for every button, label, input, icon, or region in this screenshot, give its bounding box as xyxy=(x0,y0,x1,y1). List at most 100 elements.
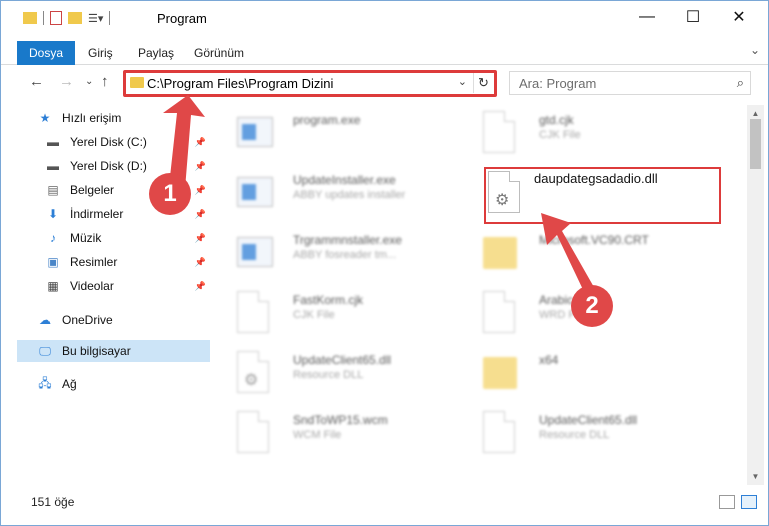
tab-gorunum[interactable]: Görünüm xyxy=(194,41,244,65)
step-marker-1: 1 xyxy=(149,173,191,215)
tab-paylas[interactable]: Paylaş xyxy=(138,41,174,65)
file-item[interactable]: Trgrammnstaller.exe ABBY fosreader tm... xyxy=(219,225,459,281)
file-name: gtd.cjk xyxy=(539,113,574,127)
new-folder-icon[interactable] xyxy=(68,12,82,24)
close-button[interactable]: ✕ xyxy=(716,1,762,33)
toolbar-divider xyxy=(43,11,44,25)
address-path[interactable]: C:\Program Files\Program Dizini xyxy=(147,76,333,91)
search-placeholder: Ara: Program xyxy=(519,76,597,91)
document-icon xyxy=(483,291,519,335)
forward-button[interactable]: → xyxy=(59,73,74,90)
folder-icon xyxy=(130,77,144,88)
file-item[interactable]: gtd.cjk CJK File xyxy=(465,105,705,161)
step-marker-2: 2 xyxy=(571,285,613,327)
sidebar-item-muzik[interactable]: ♪ Müzik 📌 xyxy=(45,227,210,249)
search-input[interactable]: Ara: Program ⌕ xyxy=(509,71,751,95)
pin-icon: 📌 xyxy=(194,256,206,267)
large-icons-view-icon[interactable] xyxy=(741,495,757,509)
sidebar-item-label: Belgeler xyxy=(70,183,115,197)
properties-icon[interactable] xyxy=(50,11,62,25)
sidebar-item-videolar[interactable]: ▦ Videolar 📌 xyxy=(45,275,210,297)
file-type: WCM File xyxy=(293,429,342,441)
drive-icon: ▬ xyxy=(47,135,59,149)
sidebar-item-label: Bu bilgisayar xyxy=(62,344,131,358)
pin-icon: 📌 xyxy=(194,280,206,291)
file-item[interactable]: UpdateClient65.dll Resource DLL xyxy=(465,405,705,461)
sidebar-item-resimler[interactable]: ▣ Resimler 📌 xyxy=(45,251,210,273)
file-item[interactable]: UpdateInstaller.exe ABBY updates install… xyxy=(219,165,459,221)
file-type: ABBY updates installer xyxy=(293,189,406,201)
pictures-icon: ▣ xyxy=(47,255,59,269)
file-name: UpdateClient65.dll xyxy=(539,413,638,427)
exe-icon xyxy=(237,111,273,155)
file-name: x64 xyxy=(539,353,559,367)
sidebar-item-label: İndirmeler xyxy=(70,207,124,221)
exe-icon xyxy=(237,171,273,215)
navigation-bar: ← → ⌄ ↑ C:\Program Files\Program Dizini … xyxy=(1,67,768,101)
folder-icon xyxy=(23,12,37,24)
back-button[interactable]: ← xyxy=(29,73,44,90)
address-bar[interactable]: C:\Program Files\Program Dizini ⌄ ↻ xyxy=(124,71,496,95)
recent-locations-icon[interactable]: ⌄ xyxy=(85,76,93,87)
item-count: 151 öğe xyxy=(31,495,75,509)
maximize-button[interactable]: ☐ xyxy=(670,1,716,33)
file-name: UpdateInstaller.exe xyxy=(293,173,396,187)
customize-toolbar-icon[interactable]: ☰▾ xyxy=(88,12,103,25)
file-item[interactable]: FastKorm.cjk CJK File xyxy=(219,285,459,341)
file-name: Arabic xyxy=(539,293,574,307)
computer-icon: 🖵 xyxy=(39,343,51,358)
sidebar-item-label: Hızlı erişim xyxy=(62,111,122,125)
pin-icon: 📌 xyxy=(194,208,206,219)
file-item[interactable]: x64 xyxy=(465,345,705,401)
sidebar-item-local-disk-d[interactable]: ▬ Yerel Disk (D:) 📌 xyxy=(45,155,210,177)
sidebar-item-network[interactable]: 🖧 Ağ xyxy=(37,373,210,395)
folder-icon xyxy=(483,351,519,395)
document-icon xyxy=(237,411,273,455)
sidebar-item-label: Resimler xyxy=(70,255,118,269)
explorer-window: ☰▾ Program — ☐ ✕ Dosya Giriş Paylaş Görü… xyxy=(0,0,769,526)
tab-dosya[interactable]: Dosya xyxy=(17,41,76,65)
sidebar-item-label: Müzik xyxy=(70,231,102,245)
up-button[interactable]: ↑ xyxy=(101,73,109,90)
star-icon: ★ xyxy=(39,111,51,125)
sidebar-item-onedrive[interactable]: ☁ OneDrive xyxy=(37,309,210,331)
minimize-button[interactable]: — xyxy=(624,1,670,33)
file-item[interactable]: ⚙ UpdateClient65.dll Resource DLL xyxy=(219,345,459,401)
sidebar-item-this-pc[interactable]: 🖵 Bu bilgisayar xyxy=(17,340,210,362)
sidebar-item-label: Yerel Disk (D:) xyxy=(70,159,147,173)
cloud-icon: ☁ xyxy=(39,313,51,327)
file-name: UpdateClient65.dll xyxy=(293,353,392,367)
sidebar-item-quick-access[interactable]: ★ Hızlı erişim xyxy=(37,107,210,129)
file-item[interactable]: Microsoft.VC90.CRT xyxy=(465,225,705,281)
file-type: Resource DLL xyxy=(293,369,364,381)
sidebar-item-label: Yerel Disk (C:) xyxy=(70,135,147,149)
search-icon[interactable]: ⌕ xyxy=(737,75,744,91)
document-icon xyxy=(237,291,273,335)
file-item[interactable]: SndToWP15.wcm WCM File xyxy=(219,405,459,461)
scroll-down-icon[interactable]: ▼ xyxy=(747,468,764,485)
refresh-button[interactable]: ↻ xyxy=(473,73,493,93)
file-type: ABBY fosreader tm... xyxy=(293,249,397,261)
pin-icon: 📌 xyxy=(194,160,206,171)
ribbon-expand-icon[interactable]: ⌄ xyxy=(750,43,760,57)
details-view-icon[interactable] xyxy=(719,495,735,509)
document-icon xyxy=(483,111,519,155)
scrollbar-thumb[interactable] xyxy=(750,119,761,169)
dll-icon: ⚙ xyxy=(237,351,273,395)
tab-giris[interactable]: Giriş xyxy=(88,41,113,65)
sidebar-item-local-disk-c[interactable]: ▬ Yerel Disk (C:) 📌 xyxy=(45,131,210,153)
file-highlight[interactable] xyxy=(484,167,721,224)
window-title: Program xyxy=(157,11,207,26)
file-name: program.exe xyxy=(293,113,361,127)
pin-icon: 📌 xyxy=(194,136,206,147)
file-item[interactable]: program.exe xyxy=(219,105,459,161)
file-name: SndToWP15.wcm xyxy=(293,413,388,427)
chevron-down-icon[interactable]: ⌄ xyxy=(458,75,467,88)
document-icon xyxy=(483,411,519,455)
quick-access-toolbar: ☰▾ xyxy=(23,11,111,25)
vertical-scrollbar[interactable]: ▲ ▼ xyxy=(747,105,764,485)
file-type: CJK File xyxy=(293,309,335,321)
file-name: FastKorm.cjk xyxy=(293,293,364,307)
download-icon: ⬇ xyxy=(47,207,59,221)
title-bar: ☰▾ Program — ☐ ✕ xyxy=(1,1,768,37)
